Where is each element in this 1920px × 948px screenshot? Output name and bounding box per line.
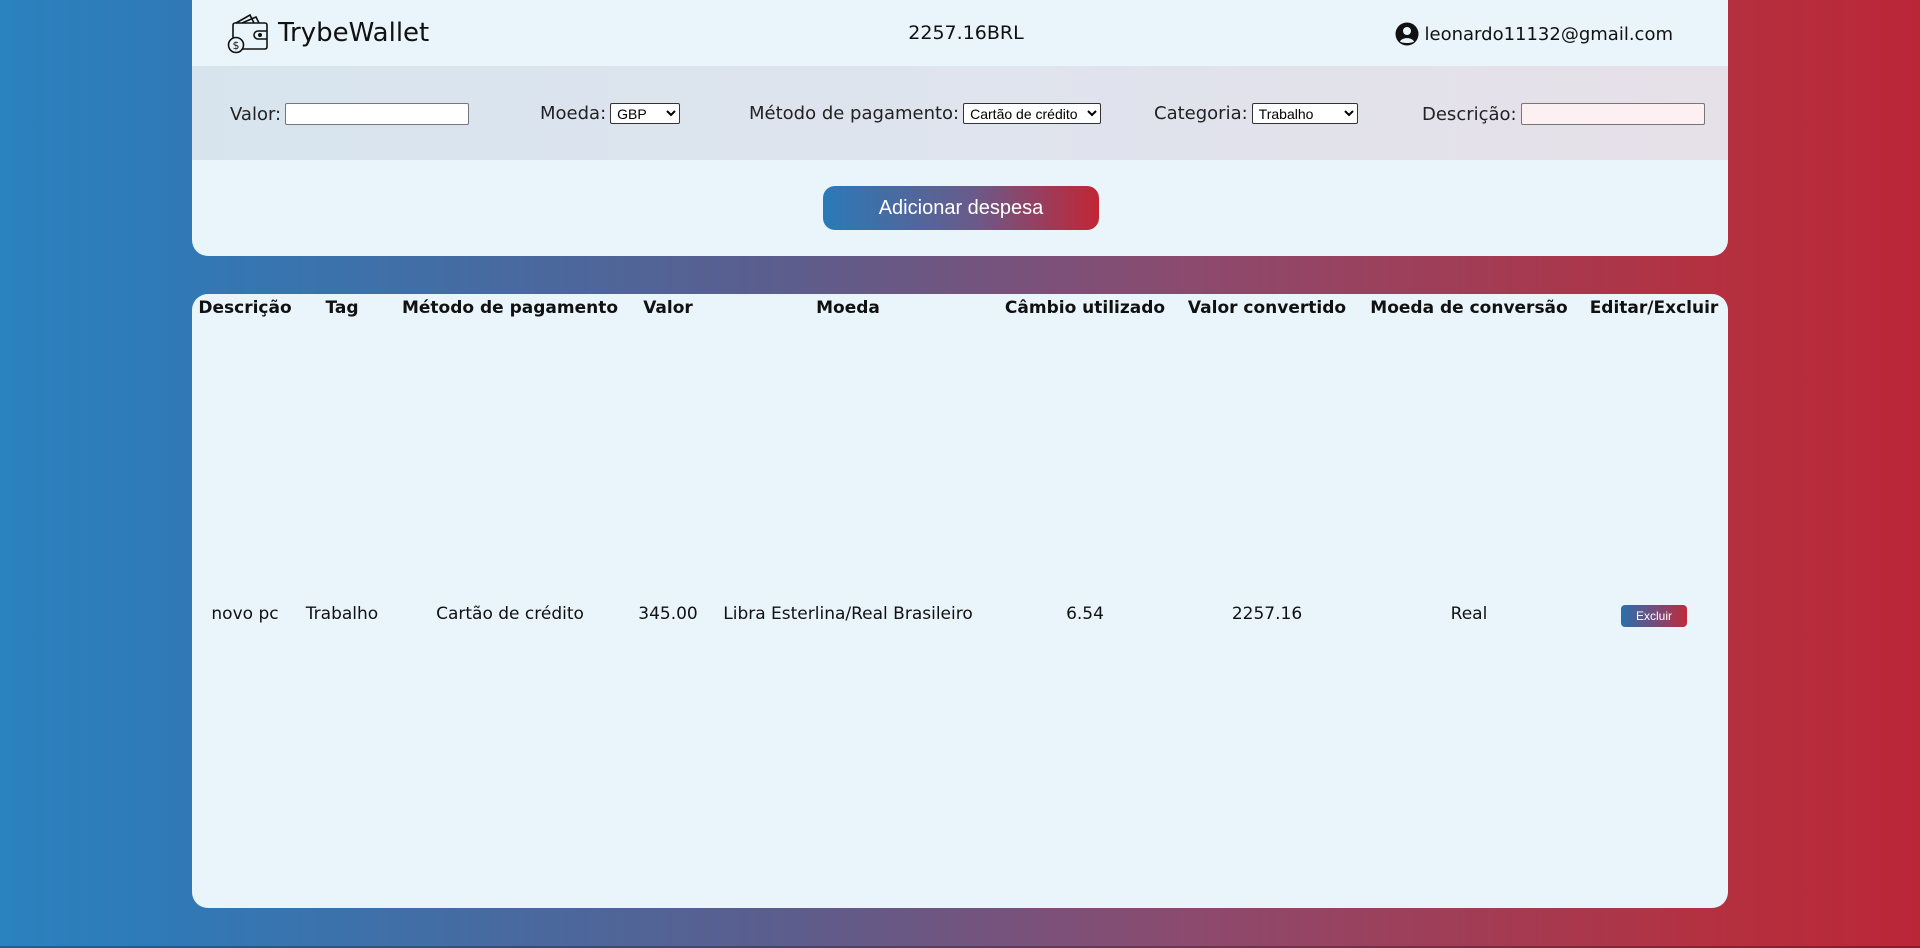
valor-label: Valor: [230, 103, 282, 125]
descricao-input[interactable] [1520, 103, 1705, 125]
header-valor-convertido: Valor convertido [1187, 298, 1347, 318]
descricao-label: Descrição: [1422, 103, 1517, 125]
cell-moeda-conversao: Real [1450, 604, 1488, 624]
header-editar-excluir: Editar/Excluir [1589, 298, 1719, 318]
valor-field: Valor: [230, 103, 470, 125]
cell-tag: Trabalho [305, 604, 379, 624]
moeda-select[interactable]: GBP [610, 103, 681, 124]
header-metodo: Método de pagamento [401, 298, 619, 318]
cell-cambio: 6.54 [1066, 604, 1104, 624]
cell-valor-convertido: 2257.16 [1231, 604, 1303, 624]
user-circle-icon [1395, 22, 1419, 46]
delete-expense-button[interactable]: Excluir [1621, 605, 1687, 627]
expenses-table: Descrição Tag Método de pagamento Valor … [192, 294, 1728, 908]
metodo-select[interactable]: Cartão de crédito [963, 103, 1102, 124]
moeda-field: Moeda: GBP [540, 103, 681, 124]
header-moeda: Moeda [816, 298, 880, 318]
header-tag: Tag [325, 298, 359, 318]
categoria-select[interactable]: Trabalho [1251, 103, 1358, 124]
moeda-label: Moeda: [540, 103, 607, 124]
categoria-field: Categoria: Trabalho [1154, 103, 1358, 124]
cell-descricao: novo pc [211, 604, 279, 624]
header-cambio: Câmbio utilizado [1004, 298, 1166, 318]
valor-input[interactable] [285, 103, 470, 125]
total-value: 2257.16BRL [908, 22, 1024, 44]
user-info: leonardo11132@gmail.com [1395, 22, 1673, 46]
cell-valor: 345.00 [638, 604, 698, 624]
wallet-header-card: $ TrybeWallet 2257.16BRL leonardo11132@g… [192, 0, 1728, 256]
metodo-field: Método de pagamento: Cartão de crédito [749, 103, 1102, 124]
header-descricao: Descrição [198, 298, 292, 318]
header: $ TrybeWallet 2257.16BRL leonardo11132@g… [192, 0, 1728, 66]
header-moeda-conversao: Moeda de conversão [1370, 298, 1568, 318]
metodo-label: Método de pagamento: [749, 103, 960, 124]
add-expense-button[interactable]: Adicionar despesa [823, 186, 1099, 230]
expense-form: Valor: Moeda: GBP Método de pagamento: C… [192, 66, 1728, 160]
cell-metodo: Cartão de crédito [436, 604, 584, 624]
descricao-field: Descrição: [1422, 103, 1705, 125]
header-valor: Valor [643, 298, 693, 318]
cell-moeda: Libra Esterlina/Real Brasileiro [723, 604, 973, 624]
user-email: leonardo11132@gmail.com [1424, 23, 1673, 45]
categoria-label: Categoria: [1154, 103, 1248, 124]
